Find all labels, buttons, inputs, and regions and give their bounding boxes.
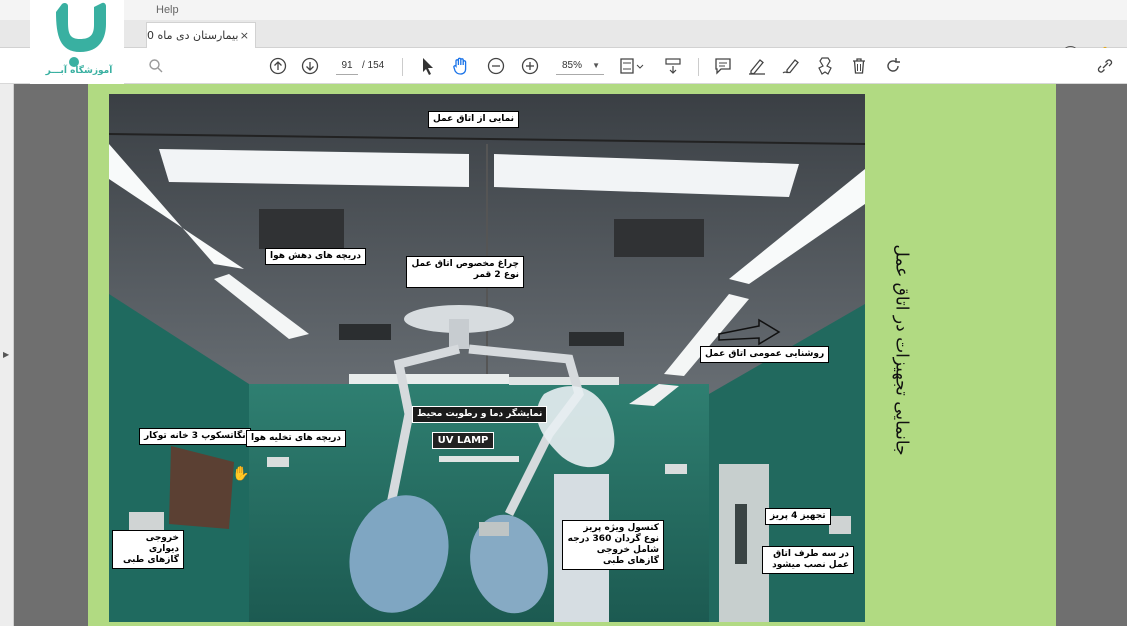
label-equipment-4: تجهیز 4 پریز: [765, 508, 831, 525]
logo-mark-icon: [56, 2, 106, 67]
select-cursor-icon[interactable]: [418, 56, 438, 76]
brand-logo: آموزشگاه آبـــر: [30, 0, 124, 84]
zoom-out-icon[interactable]: [486, 56, 506, 76]
label-general-light: روشنایی عمومی اتاق عمل: [700, 346, 830, 363]
page-down-icon[interactable]: [300, 56, 320, 76]
label-env-monitor: نمایشگر دما و رطوبت محیط: [412, 406, 548, 423]
sign-icon[interactable]: [780, 56, 802, 76]
document-tab[interactable]: بیمارستان دی ماه 0 ×: [146, 22, 256, 48]
document-tab-label: بیمارستان دی ماه 0: [147, 29, 239, 42]
label-console: کنسول ویژه پریز نوع گردان 360 درجه شامل …: [562, 520, 664, 570]
toolbar: 91 / 154 85% ▼: [0, 48, 1127, 84]
label-three-sides: در سه طرف اتاق عمل نصب میشود: [762, 546, 854, 574]
hand-cursor-icon: ✋: [232, 466, 250, 482]
page-up-icon[interactable]: [268, 56, 288, 76]
stamp-icon[interactable]: [814, 56, 836, 76]
toolbar-separator: [698, 58, 699, 76]
zoom-select[interactable]: 85% ▼: [556, 57, 604, 75]
label-wall-gas: خروجی دیواری گازهای طبی: [112, 530, 184, 569]
page-total: / 154: [362, 60, 385, 71]
zoom-value: 85%: [562, 60, 583, 71]
tab-bar: بیمارستان دی ماه 0 × ? 🔔: [0, 20, 1127, 63]
label-negatoscope: نگاتسکوپ 3 خانه توکار: [139, 428, 251, 445]
fit-page-icon[interactable]: [618, 56, 646, 76]
link-icon[interactable]: [1094, 56, 1116, 76]
delete-icon[interactable]: [848, 56, 870, 76]
pdf-viewer-window: Help بیمارستان دی ماه 0 × ? 🔔 91 / 154: [0, 0, 1127, 626]
highlight-icon[interactable]: [746, 56, 768, 76]
close-tab-icon[interactable]: ×: [240, 29, 249, 42]
label-air-outlet: دریچه های تخلیه هوا: [246, 430, 347, 447]
menu-bar: Help: [0, 0, 1127, 20]
rotate-icon[interactable]: [882, 56, 904, 76]
label-overview: نمایی از اتاق عمل: [428, 111, 520, 128]
label-or-light: چراغ مخصوص اتاق عمل نوع 2 قمر: [406, 256, 524, 288]
comment-icon[interactable]: [712, 56, 734, 76]
sidebar-toggle[interactable]: ▶: [0, 84, 14, 626]
toolbar-separator: [402, 58, 403, 76]
zoom-in-icon[interactable]: [520, 56, 540, 76]
chevron-right-icon: ▶: [3, 350, 10, 359]
slide-title-text: جانمایی تجهیزات در اتاق عمل: [892, 244, 913, 456]
search-icon[interactable]: [146, 56, 166, 76]
scroll-mode-icon[interactable]: [662, 56, 684, 76]
logo-text: آموزشگاه آبـــر: [45, 66, 113, 76]
label-air-inlet: دریچه های دهش هوا: [265, 248, 366, 265]
slide-title: جانمایی تجهیزات در اتاق عمل: [872, 190, 932, 510]
chevron-down-icon: ▼: [592, 61, 600, 70]
page-number-input[interactable]: 91: [336, 57, 358, 75]
hand-tool-icon[interactable]: [450, 56, 472, 76]
menu-help[interactable]: Help: [156, 4, 179, 16]
label-uv-lamp: UV LAMP: [432, 432, 494, 449]
